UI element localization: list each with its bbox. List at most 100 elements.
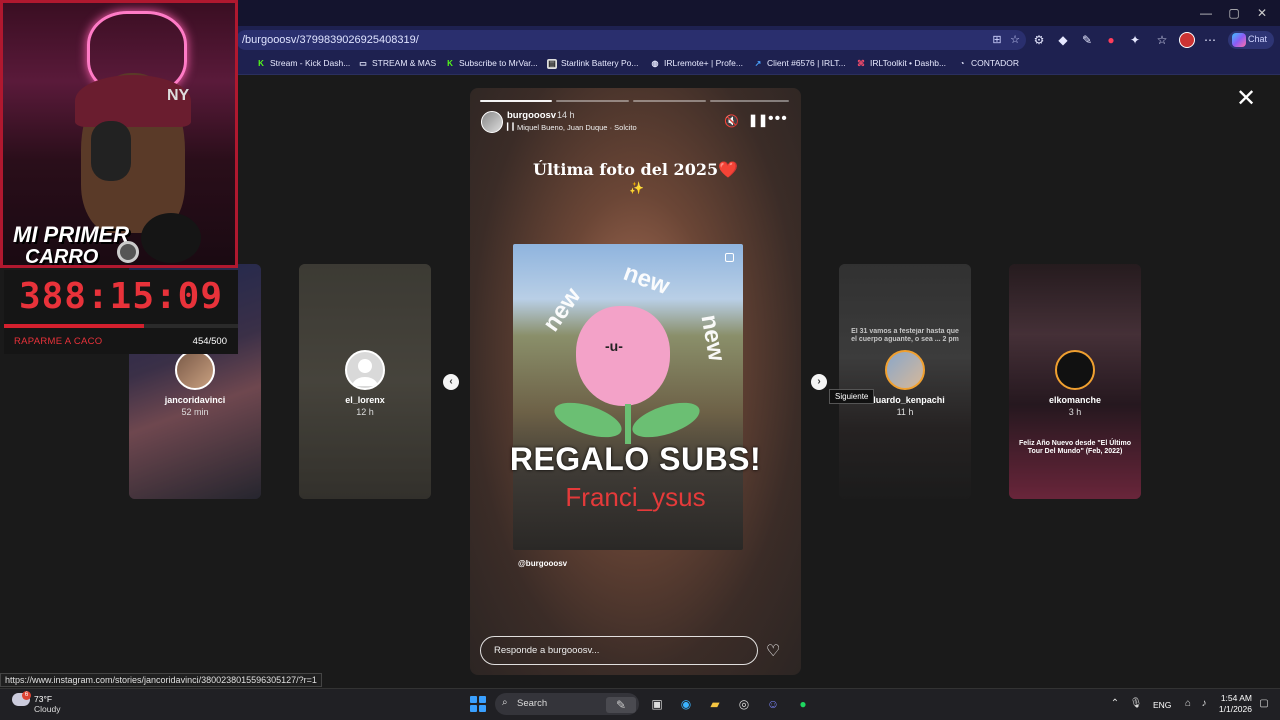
- story-card-eduardo-kenpachi[interactable]: El 31 vamos a festejar hasta que el cuer…: [839, 264, 971, 499]
- irl-icon: ↗: [754, 58, 762, 68]
- record-icon[interactable]: ●: [1103, 32, 1119, 48]
- avatar: [345, 350, 385, 390]
- microphone: [141, 213, 201, 263]
- more-options-icon[interactable]: •••: [768, 110, 788, 128]
- file-explorer-icon[interactable]: ▰: [707, 696, 723, 712]
- photo-sticker-text: new: [619, 258, 674, 301]
- story-username: el_lorenx: [345, 395, 385, 405]
- reader-icon[interactable]: ⊞: [990, 33, 1004, 47]
- star-icon[interactable]: ☆: [1008, 33, 1022, 47]
- notification-icon[interactable]: ▢: [1256, 696, 1272, 712]
- contador-icon: ◔: [959, 58, 965, 68]
- puzzle-icon[interactable]: ✦: [1127, 32, 1143, 48]
- story-time: 3 h: [1068, 407, 1082, 417]
- volume-icon[interactable]: ♪: [1196, 696, 1212, 712]
- pause-icon[interactable]: ❚❚: [748, 113, 768, 127]
- window-close-icon[interactable]: ✕: [1252, 6, 1272, 20]
- story-heading: Última foto del 2025❤️: [532, 160, 739, 179]
- bookmark-item[interactable]: ▭ STREAM & MAS: [358, 56, 436, 71]
- address-bar[interactable]: /burgooosv/3799839026925408319/: [236, 30, 1026, 50]
- microphone-icon[interactable]: 🎙: [1128, 696, 1144, 712]
- weather-badge: 6: [22, 691, 31, 700]
- chevron-up-icon[interactable]: ⌃: [1107, 696, 1123, 712]
- heart-icon[interactable]: ♡: [766, 641, 780, 661]
- irltoolkit-icon: ⌘: [857, 58, 865, 68]
- maximize-icon[interactable]: ▢: [1224, 6, 1244, 20]
- doc-icon: ▤: [547, 58, 557, 69]
- headset: [91, 121, 131, 181]
- copilot-icon: [1232, 33, 1246, 47]
- bookmark-item[interactable]: ↗ Client #6576 | IRLT...: [753, 56, 846, 71]
- tulip-leaf: [628, 395, 704, 445]
- taskbar: [0, 688, 1280, 720]
- story-username: jancoridavinci: [164, 395, 226, 405]
- story-progress-segment: [480, 100, 552, 102]
- goal-count: 454/500: [192, 336, 227, 347]
- bookmark-item[interactable]: K Subscribe to MrVar...: [445, 56, 538, 71]
- minimize-icon[interactable]: —: [1196, 6, 1216, 20]
- weather-temp[interactable]: 73°F: [34, 694, 52, 704]
- previous-story-button[interactable]: ‹: [443, 374, 459, 390]
- bookmark-label: IRLToolkit • Dashb...: [870, 58, 947, 68]
- tulip-face: -u-: [605, 338, 623, 354]
- profile-avatar[interactable]: [1179, 32, 1195, 48]
- bookmark-item[interactable]: ▤ Starlink Battery Po...: [547, 56, 638, 71]
- language-indicator[interactable]: ENG: [1153, 700, 1171, 710]
- avatar: [885, 350, 925, 390]
- photo-corner-icon: [725, 253, 734, 262]
- timer-value: 388:15:09: [18, 276, 224, 317]
- subathon-timer: 388:15:09 RAPARME A CACO 454/500: [4, 270, 238, 354]
- globe-icon: ◍: [651, 58, 659, 68]
- bookmark-label: Subscribe to MrVar...: [459, 58, 538, 68]
- bookmark-item[interactable]: ⌘ IRLToolkit • Dashb...: [856, 56, 946, 71]
- story-caption: El 31 vamos a festejar hasta que el cuer…: [851, 328, 959, 343]
- story-card-elkomanche[interactable]: elkomanche 3 h Feliz Año Nuevo desde "El…: [1009, 264, 1141, 499]
- windows-start-icon[interactable]: [470, 696, 486, 712]
- bookmark-item[interactable]: ◍ IRLremote+ | Profe...: [650, 56, 743, 71]
- photo-sticker-text: new: [695, 312, 731, 364]
- story-time: 12 h: [356, 407, 374, 417]
- edge-icon[interactable]: ◉: [678, 696, 694, 712]
- task-view-icon[interactable]: ▣: [649, 696, 665, 712]
- bookmark-label: IRLremote+ | Profe...: [664, 58, 743, 68]
- chrome-icon[interactable]: ◎: [736, 696, 752, 712]
- mute-icon[interactable]: 🔇: [724, 114, 739, 128]
- clock-date[interactable]: 1/1/2026: [1214, 704, 1252, 714]
- bookmark-item[interactable]: K Stream - Kick Dash...: [256, 56, 350, 71]
- pen-icon[interactable]: ✎: [1079, 32, 1095, 48]
- extension-icon[interactable]: ⚙: [1031, 32, 1047, 48]
- next-story-button[interactable]: ›: [811, 374, 827, 390]
- story-username[interactable]: burgooosv: [507, 110, 556, 121]
- bookmark-label: Stream - Kick Dash...: [270, 58, 351, 68]
- bookmark-label: Client #6576 | IRLT...: [767, 58, 846, 68]
- story-card-el-lorenx[interactable]: el_lorenx 12 h: [299, 264, 431, 499]
- reply-input[interactable]: [480, 636, 758, 665]
- bookmark-label: STREAM & MAS: [372, 58, 437, 68]
- weather-condition[interactable]: Cloudy: [34, 704, 60, 714]
- diamond-icon[interactable]: ◆: [1055, 32, 1071, 48]
- spotify-icon[interactable]: ●: [795, 696, 811, 712]
- search-icon: ⌕: [502, 697, 508, 708]
- story-username: elkomanche: [1048, 395, 1102, 405]
- story-time: 52 min: [181, 407, 209, 417]
- kick-icon: K: [447, 58, 453, 68]
- story-music[interactable]: Miquel Bueno, Juan Duque · Solcito: [517, 123, 637, 132]
- discord-icon[interactable]: ☺: [765, 696, 781, 712]
- banner-title: MI PRIMER: [13, 222, 130, 247]
- search-label: Search: [517, 698, 548, 709]
- bookmark-item[interactable]: ◔ CONTADOR: [957, 56, 1019, 71]
- wheel-icon: [117, 241, 139, 263]
- story-mention[interactable]: @burgooosv: [518, 559, 567, 568]
- close-icon[interactable]: ✕: [1234, 87, 1258, 112]
- clock-time[interactable]: 1:54 AM: [1218, 693, 1252, 703]
- story-progress-segment: [710, 100, 789, 102]
- tulip-sticker: [576, 306, 670, 406]
- more-menu-icon[interactable]: ⋯: [1202, 32, 1218, 48]
- goal-label: RAPARME A CACO: [14, 336, 103, 347]
- search-highlight-icon[interactable]: ✎: [606, 697, 636, 713]
- favorites-icon[interactable]: ☆: [1154, 32, 1170, 48]
- banner-subtitle: CARRO: [25, 246, 99, 268]
- network-icon[interactable]: ⌂: [1180, 696, 1196, 712]
- story-avatar[interactable]: [481, 111, 503, 133]
- main-story[interactable]: burgooosv 14 h ▎▎ Miquel Bueno, Juan Duq…: [470, 88, 801, 675]
